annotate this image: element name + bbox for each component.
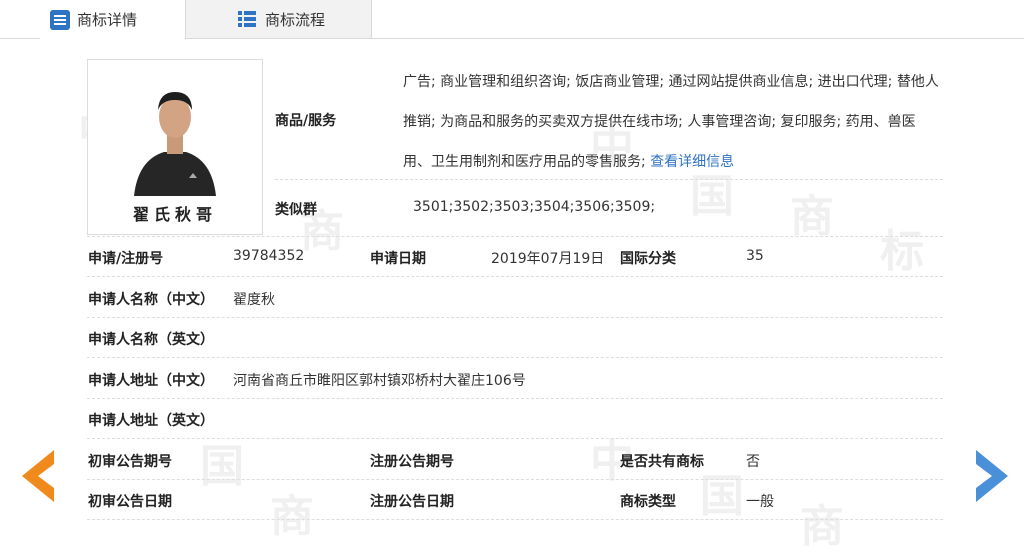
reg-notice-date-label: 注册公告日期 — [370, 494, 454, 510]
goods-services-text: 广告; 商业管理和组织咨询; 饭店商业管理; 通过网站提供商业信息; 进出口代理… — [403, 62, 943, 182]
address-cn-value: 河南省商丘市睢阳区郭村镇邓桥村大翟庄106号 — [233, 373, 526, 389]
divider — [87, 479, 943, 480]
intl-class-label: 国际分类 — [620, 251, 676, 267]
tab-label: 商标详情 — [77, 11, 138, 29]
address-en-label: 申请人地址（英文） — [88, 413, 214, 429]
tab-trademark-detail[interactable]: 商标详情 — [40, 0, 186, 39]
divider — [275, 179, 943, 180]
similar-group-label: 类似群 — [275, 202, 317, 218]
chevron-left-icon — [22, 450, 54, 502]
view-details-link[interactable]: 查看详细信息 — [650, 154, 734, 170]
tab-label: 商标流程 — [265, 10, 326, 29]
list-flow-icon — [238, 9, 258, 29]
applicant-cn-value: 翟度秋 — [233, 292, 275, 308]
applicant-en-label: 申请人名称（英文） — [88, 332, 214, 348]
reg-no-value: 39784352 — [233, 248, 305, 264]
prelim-no-label: 初审公告期号 — [88, 454, 172, 470]
chevron-right-icon — [976, 450, 1008, 502]
prev-arrow-button[interactable] — [18, 448, 58, 504]
shared-value: 否 — [746, 454, 760, 470]
divider — [87, 317, 943, 318]
next-arrow-button[interactable] — [972, 448, 1012, 504]
type-label: 商标类型 — [620, 494, 676, 510]
address-cn-label: 申请人地址（中文） — [88, 373, 214, 389]
divider — [87, 276, 943, 277]
divider — [87, 438, 943, 439]
tab-trademark-flow[interactable]: 商标流程 — [186, 0, 372, 38]
reg-notice-no-label: 注册公告期号 — [370, 454, 454, 470]
trademark-image-text: 翟氏秋哥 — [132, 205, 217, 224]
divider — [87, 398, 943, 399]
divider — [87, 357, 943, 358]
prelim-date-label: 初审公告日期 — [88, 494, 172, 510]
divider — [87, 519, 943, 520]
list-detail-icon — [50, 9, 70, 30]
tab-bar: 商标详情 商标流程 — [0, 0, 1024, 39]
intl-class-value: 35 — [746, 248, 764, 264]
app-date-value: 2019年07月19日 — [491, 251, 605, 267]
trademark-image: 翟氏秋哥 — [87, 59, 263, 235]
app-date-label: 申请日期 — [370, 251, 426, 267]
similar-group-value: 3501;3502;3503;3504;3506;3509; — [413, 199, 656, 215]
divider — [87, 236, 943, 237]
reg-no-label: 申请/注册号 — [88, 251, 164, 267]
applicant-cn-label: 申请人名称（中文） — [88, 292, 214, 308]
shared-label: 是否共有商标 — [620, 454, 704, 470]
goods-services-label: 商品/服务 — [275, 113, 337, 129]
type-value: 一般 — [746, 494, 774, 510]
